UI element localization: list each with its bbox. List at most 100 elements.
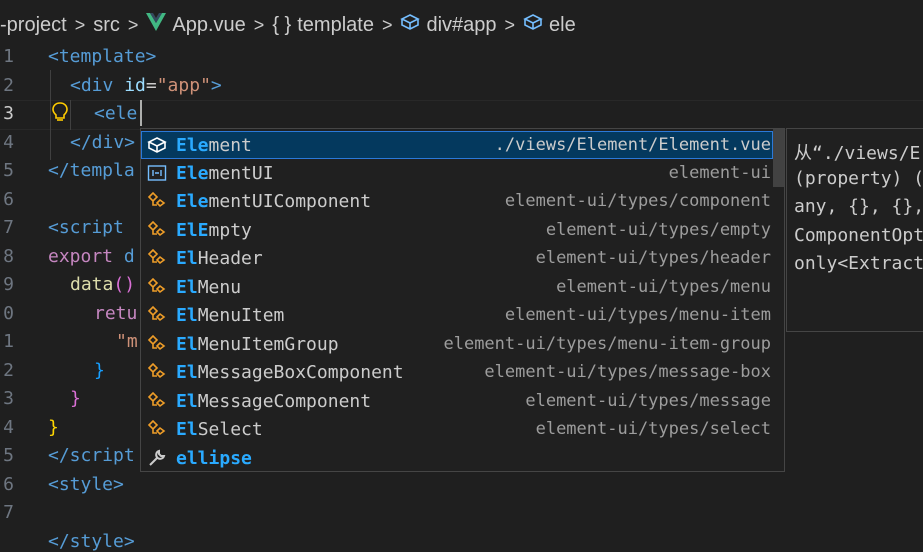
suggestion-detail: element-ui/types/message [525,391,771,411]
suggestion-item[interactable]: ellipse [141,444,773,471]
code-line: </div> [70,132,136,153]
suggestion-label: ElMenuItemGroup [176,333,339,355]
code-line: <style> [48,474,124,495]
code-line: </style> [48,531,135,552]
suggestion-list[interactable]: Element ./views/Element/Element.vue Elem… [140,128,785,472]
breadcrumb-ele[interactable]: ele [549,14,576,37]
class-icon [146,418,168,440]
braces-icon: { } [272,13,292,36]
class-icon [146,219,168,241]
suggestion-label: ElMessageBoxComponent [176,361,404,383]
details-text: any, {}, {}, [794,196,923,217]
suggestion-detail: element-ui/types/message-box [484,362,771,382]
suggestion-label: Element [176,134,252,156]
chevron-right-icon: > [74,14,86,35]
line-number: 5 [3,160,14,181]
line-number: 0 [3,303,14,324]
indent-guide [70,100,71,130]
suggestion-label: ellipse [176,447,252,469]
suggestion-item[interactable]: ElMenuItemGroup element-ui/types/menu-it… [141,330,773,358]
code-line: <div id="app"> [70,75,222,96]
details-text: only<Extract [794,253,923,274]
suggestion-detail: ./views/Element/Element.vue [494,135,771,155]
text-cursor [140,100,142,126]
code-line: data() [70,274,136,295]
code-line-current: <ele [94,103,138,124]
suggestion-detail: element-ui/types/menu-item-group [443,334,771,354]
code-line: <script [48,217,124,238]
line-number: 7 [3,502,14,523]
code-line: </script [48,445,135,466]
suggestion-detail: element-ui [668,163,771,183]
vue-file-icon [146,13,167,37]
suggestion-item[interactable]: ElMenu element-ui/types/menu [141,273,773,301]
details-text: (property) ( [794,168,923,189]
line-number: 4 [3,132,14,153]
code-line: } [48,417,59,438]
suggestion-item[interactable]: ElMessageBoxComponent element-ui/types/m… [141,358,773,386]
scrollbar-thumb[interactable] [773,129,784,187]
suggestion-label: ElementUI [176,162,274,184]
class-icon [146,276,168,298]
breadcrumb-div-app[interactable]: div#app [426,14,496,37]
code-line: <template> [48,46,157,67]
chevron-right-icon: > [253,14,265,35]
class-icon [146,361,168,383]
line-number: 1 [3,331,14,352]
lightbulb-icon[interactable] [51,101,69,127]
suggestion-label: ElMenu [176,276,242,298]
suggestion-details-panel: 从“./views/E (property) ( any, {}, {}, Co… [786,128,923,332]
suggestion-detail: element-ui/types/empty [545,220,771,240]
suggestion-label: ElementUIComponent [176,190,372,212]
suggestion-label: ElEmpty [176,219,252,241]
line-number: 3 [3,103,14,124]
line-number: 1 [3,46,14,67]
module-icon [146,134,168,156]
module-icon [400,13,421,37]
line-number: 4 [3,417,14,438]
breadcrumb-template[interactable]: template [297,14,374,37]
suggestion-label: ElSelect [176,418,263,440]
module-icon [523,13,543,37]
code-line: } [70,388,81,409]
suggestion-detail: element-ui/types/menu [556,277,771,297]
class-icon [146,390,168,412]
code-line: retu [94,303,138,324]
code-line: export d [48,246,135,267]
breadcrumb-folder[interactable]: src [93,14,120,37]
suggestion-item[interactable]: ElSelect element-ui/types/select [141,415,773,443]
breadcrumb-file[interactable]: App.vue [172,14,245,37]
suggestion-item[interactable]: ElMenuItem element-ui/types/menu-item [141,301,773,329]
suggestion-item[interactable]: ElementUIComponent element-ui/types/comp… [141,187,773,215]
chevron-right-icon: > [504,14,516,35]
suggestion-detail: element-ui/types/header [535,248,771,268]
suggestion-detail: element-ui/types/menu-item [504,305,771,325]
suggestion-item[interactable]: ElHeader element-ui/types/header [141,244,773,272]
breadcrumb-project[interactable]: -project [0,14,67,37]
code-line: } [94,360,105,381]
suggestion-item-element[interactable]: Element ./views/Element/Element.vue [141,131,773,159]
line-number: 9 [3,274,14,295]
suggestion-item[interactable]: ElementUI element-ui [141,159,773,187]
class-icon [146,333,168,355]
class-icon [146,304,168,326]
line-number: 6 [3,474,14,495]
suggestion-item[interactable]: ElEmpty element-ui/types/empty [141,216,773,244]
line-number: 2 [3,360,14,381]
suggestion-detail: element-ui/types/component [504,191,771,211]
suggestion-label: ElMessageComponent [176,390,372,412]
suggestion-label: ElMenuItem [176,304,285,326]
class-icon [146,247,168,269]
suggestion-item[interactable]: ElMessageComponent element-ui/types/mess… [141,387,773,415]
line-number: 5 [3,445,14,466]
suggestion-label: ElHeader [176,247,263,269]
chevron-right-icon: > [381,14,393,35]
chevron-right-icon: > [127,14,139,35]
current-line-highlight [0,100,923,130]
details-text: 从“./views/E [794,143,921,164]
code-line: "m [116,331,138,352]
line-number: 2 [3,75,14,96]
wrench-icon [146,447,168,469]
code-line: </templa [48,160,135,181]
variable-icon [146,162,168,184]
